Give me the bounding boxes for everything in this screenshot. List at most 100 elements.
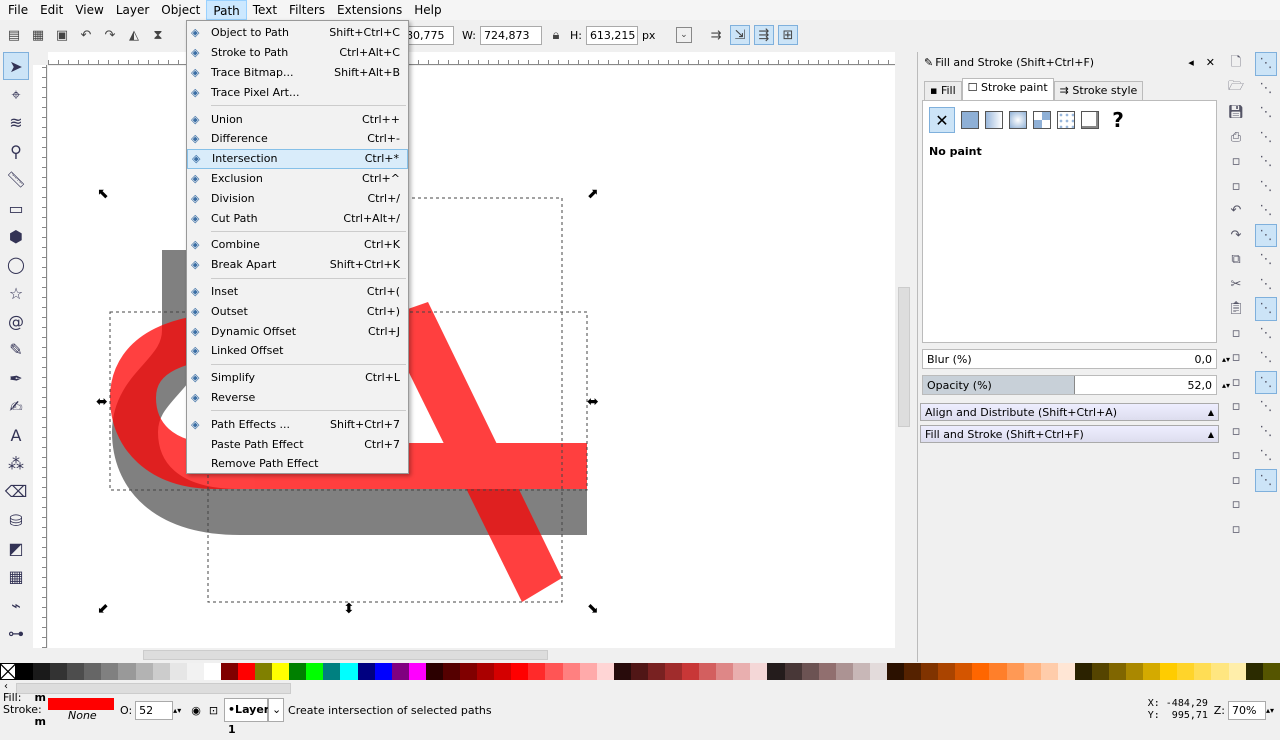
menu-extensions[interactable]: Extensions [331,0,408,20]
menu-item-path-effects[interactable]: ◈ Path Effects ... Shift+Ctrl+7 [187,414,408,434]
flat-color-button[interactable] [961,111,979,129]
color-swatch[interactable] [1126,663,1144,680]
color-swatch[interactable] [16,663,34,680]
menu-text[interactable]: Text [247,0,283,20]
menu-item-combine[interactable]: ◈ Combine Ctrl+K [187,235,408,255]
color-swatch[interactable] [989,663,1007,680]
color-swatch[interactable] [579,663,597,680]
pencil-icon[interactable]: ✎ [3,336,29,364]
snap-bbox-midpoint-icon[interactable]: ⋱ [1255,150,1277,174]
color-swatch[interactable] [357,663,375,680]
no-color-swatch[interactable] [0,663,16,680]
menu-item-paste-path-effect[interactable]: Paste Path Effect Ctrl+7 [187,434,408,454]
color-swatch[interactable] [1057,663,1075,680]
color-swatch[interactable] [1177,663,1195,680]
visibility-icon[interactable]: ◉ [191,704,201,717]
color-swatch[interactable] [203,663,221,680]
snap-text-icon[interactable]: ⋱ [1255,395,1277,419]
menu-item-intersection[interactable]: ◈ Intersection Ctrl+* [187,148,408,169]
connector-icon[interactable]: ⊶ [3,620,29,648]
bucket-icon[interactable]: ⛁ [3,506,29,534]
menu-item-inset[interactable]: ◈ Inset Ctrl+( [187,282,408,302]
color-swatch[interactable] [835,663,853,680]
selector-icon[interactable]: ➤ [3,52,29,81]
select-all-layers-icon[interactable]: ▦ [28,25,48,45]
color-swatch[interactable] [1262,663,1280,680]
transform-gradients-icon[interactable]: ⇶ [753,25,774,45]
tab-stroke-paint[interactable]: ☐ Stroke paint [961,78,1054,100]
snap-bbox-corner-icon[interactable]: ⋱ [1255,126,1277,150]
menu-item-difference[interactable]: ◈ Difference Ctrl+- [187,129,408,149]
snap-grid-icon[interactable]: ⋱ [1255,444,1277,468]
menu-item-object-to-path[interactable]: ◈ Object to Path Shift+Ctrl+C [187,23,408,43]
color-swatch[interactable] [801,663,819,680]
menu-layer[interactable]: Layer [110,0,155,20]
snap-path-icon[interactable]: ⋱ [1255,223,1277,247]
color-swatch[interactable] [1023,663,1041,680]
unit-select[interactable]: px [642,29,672,42]
menu-item-simplify[interactable]: ◈ Simplify Ctrl+L [187,368,408,388]
dropper-icon[interactable]: ⌁ [3,591,29,619]
menu-item-union[interactable]: ◈ Union Ctrl++ [187,109,408,129]
tweak-icon[interactable]: ≋ [3,109,29,137]
menu-item-stroke-to-path[interactable]: ◈ Stroke to Path Ctrl+Alt+C [187,43,408,63]
measure-icon[interactable]: 📏︎ [3,166,29,194]
scale-corners-icon[interactable]: ⇲ [729,25,750,45]
export-icon[interactable]: ▫ [1225,175,1247,199]
color-swatch[interactable] [921,663,939,680]
tab-stroke-style[interactable]: ⇉ Stroke style [1053,81,1144,100]
chevron-down-icon[interactable]: ⌄ [675,27,692,43]
canvas[interactable]: ⬉ ⬈ ⬋ ⬊ ⬌ ⬌ ⬍ [48,66,895,648]
menu-item-remove-path-effect[interactable]: Remove Path Effect [187,454,408,474]
x-field[interactable]: 80,775 [402,25,454,45]
color-swatch[interactable] [477,663,495,680]
color-swatch[interactable] [494,663,512,680]
spiral-icon[interactable]: @ [3,307,29,335]
lock-icon[interactable]: ⊡ [209,704,218,717]
color-swatch[interactable] [1040,663,1058,680]
radial-gradient-button[interactable] [1009,111,1027,129]
menu-item-exclusion[interactable]: ◈ Exclusion Ctrl+^ [187,169,408,189]
rectangle-icon[interactable]: ▭ [3,194,29,222]
no-paint-button[interactable]: ✕ [929,107,955,133]
color-swatch[interactable] [1211,663,1229,680]
color-swatch[interactable] [886,663,905,680]
menu-help[interactable]: Help [408,0,447,20]
color-swatch[interactable] [374,663,392,680]
rotate-ccw-icon[interactable]: ↶ [76,25,96,45]
box3d-icon[interactable]: ⬢ [3,222,29,250]
snap-cusp-icon[interactable]: ⋱ [1255,273,1277,297]
color-swatch[interactable] [84,663,102,680]
color-swatch[interactable] [955,663,973,680]
color-swatch[interactable] [904,663,922,680]
color-swatch[interactable] [1245,663,1263,680]
clone-icon[interactable]: ▫ [1225,420,1247,444]
node-icon[interactable]: ⌖ [3,80,29,108]
blur-slider[interactable]: Blur (%) 0,0 ▴▾ [922,349,1230,369]
close-icon[interactable]: ✕ [1206,56,1215,69]
paste-icon[interactable]: 📋︎ [1225,297,1247,321]
open-icon[interactable]: 🗁︎ [1225,77,1247,101]
color-swatch[interactable] [647,663,665,680]
color-swatch[interactable] [716,663,734,680]
menu-view[interactable]: View [69,0,109,20]
snap-bbox-center-icon[interactable]: ⋱ [1255,175,1277,199]
menu-item-reverse[interactable]: ◈ Reverse [187,388,408,408]
color-swatch[interactable] [1074,663,1092,680]
print-icon[interactable]: ⎙ [1225,126,1247,150]
horizontal-ruler[interactable] [48,52,895,65]
color-swatch[interactable] [784,663,802,680]
snap-center-icon[interactable]: ⋱ [1255,346,1277,370]
zoom-field[interactable]: 70% [1227,700,1266,720]
pattern-button[interactable] [1057,111,1075,129]
deselect-icon[interactable]: ▣ [52,25,72,45]
rotate-cw-icon[interactable]: ↷ [100,25,120,45]
select-all-icon[interactable]: ▤ [4,25,24,45]
snap-midpoint-icon[interactable]: ⋱ [1255,322,1277,346]
snap-intersection-icon[interactable]: ⋱ [1255,248,1277,272]
color-swatch[interactable] [408,663,426,680]
text-icon[interactable]: A [3,421,29,449]
group-icon[interactable]: ▫ [1225,469,1247,493]
menu-edit[interactable]: Edit [34,0,69,20]
chevron-down-icon[interactable]: ⌄ [268,698,285,722]
